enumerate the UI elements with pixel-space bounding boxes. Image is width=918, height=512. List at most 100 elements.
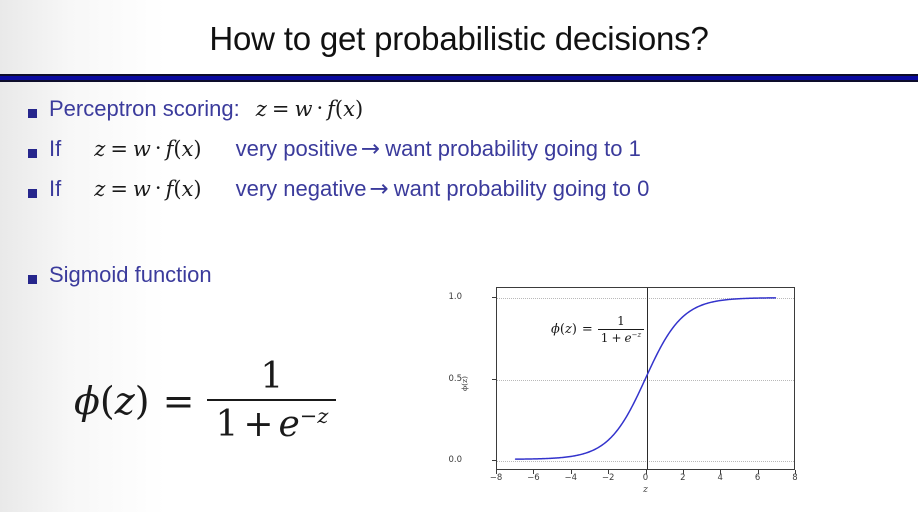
x-tick-mark [795, 470, 796, 474]
formula-exponent: −z [300, 404, 329, 428]
math-paren-close: ) [193, 137, 202, 161]
x-tick-label: 4 [717, 473, 723, 483]
annotation-fraction: 1 1 + e−z [597, 314, 645, 345]
formula-fraction: 1 1 + e−z [207, 356, 337, 445]
annotation-exponent: −z [632, 331, 642, 339]
x-tick-label: −8 [489, 473, 503, 483]
bullet-marker-icon [28, 109, 37, 118]
annotation-equals: = [581, 322, 593, 337]
bullet-marker-icon [28, 275, 37, 284]
math-expression-z-equals-w-dot-f-x: z = w · f(x) [255, 96, 364, 121]
bullet-body: If z = w · f(x) very negative → want probabi… [28, 176, 649, 202]
math-expression-z-equals-w-dot-f-x: z = w · f(x) [94, 176, 202, 201]
x-tick-label: −2 [601, 473, 615, 483]
formula-denominator: 1 + e−z [207, 401, 336, 445]
math-expression-z-equals-w-dot-f-x: z = w · f(x) [94, 136, 202, 161]
math-var-x: x [181, 177, 194, 201]
y-axis-label: ϕ(z) [459, 376, 469, 391]
math-cdot: · [154, 136, 162, 160]
math-var-z: z [255, 97, 267, 121]
math-var-x: x [181, 137, 194, 161]
sigmoid-curve-svg [514, 297, 777, 460]
bullet-label: Perceptron scoring: [49, 96, 240, 121]
formula-lhs: ϕ(z) [74, 379, 150, 423]
x-tick-label: −6 [527, 473, 540, 483]
bullet-trailing-text: want probability going to 0 [393, 176, 650, 201]
x-tick-label: 2 [680, 473, 686, 483]
x-tick-label: −4 [564, 473, 578, 483]
formula-phi: ϕ [74, 378, 100, 423]
bullet-body: If z = w · f(x) very positive → want probabi… [28, 136, 641, 162]
formula-exponent-z: z [317, 404, 329, 428]
math-cdot: · [316, 96, 324, 120]
bullet-label: If [49, 136, 62, 161]
math-paren-close: ) [354, 97, 364, 121]
y-tick-label: 1.0 [448, 291, 462, 302]
formula-var-z: z [114, 378, 135, 423]
y-tick-mark [492, 378, 496, 380]
divider-accent [0, 76, 918, 80]
bullet-marker-icon [28, 149, 37, 158]
x-tick-mark [757, 470, 759, 474]
math-paren-open: ( [173, 137, 182, 161]
math-var-w: w [132, 177, 151, 201]
annotation-numerator: 1 [617, 314, 625, 328]
bullet-item-if-very-negative: If z = w · f(x) very negative → want probabi… [0, 176, 918, 209]
formula-numerator: 1 [260, 356, 284, 397]
slide: How to get probabilistic decisions? Perc… [0, 0, 918, 512]
formula-exponent-minus: − [299, 404, 318, 428]
x-tick-mark [570, 470, 572, 474]
annotation-denominator: 1 + e−z [598, 330, 644, 345]
y-tick-label: 0.0 [448, 455, 462, 466]
sigmoid-plot: ϕ(z) = 1 1 + e−z 0.0 0.5 1.0 −8 −6 −4 −2 0 2 4 6 8 z … [448, 277, 807, 500]
bullet-label: Sigmoid function [49, 262, 212, 287]
annotation-phi: ϕ [551, 322, 560, 337]
x-tick-mark [496, 470, 497, 474]
annotation-exponent-z: z [637, 331, 642, 339]
formula-paren-close: ) [134, 378, 150, 423]
math-func-f: f [327, 97, 335, 121]
y-tick-mark [492, 460, 496, 462]
x-tick-label: 8 [792, 473, 798, 483]
x-tick-label: 0 [642, 473, 649, 483]
formula-denom-plus: + [243, 404, 274, 445]
x-tick-label: 6 [754, 473, 761, 483]
math-paren-close: ) [193, 177, 202, 201]
formula-paren-open: ( [99, 378, 115, 423]
annotation-lhs: ϕ(z) [551, 322, 577, 337]
math-var-x: x [343, 97, 355, 121]
x-tick-mark [682, 470, 684, 474]
math-cdot: · [154, 176, 162, 200]
math-var-z: z [94, 137, 106, 161]
bullet-item-perceptron-scoring: Perceptron scoring: z = w · f(x) [0, 96, 918, 129]
page-title: How to get probabilistic decisions? [209, 19, 709, 57]
formula-equals: = [162, 378, 195, 423]
formula-denom-e: e [278, 404, 300, 445]
annotation-denom-plus: + [611, 331, 622, 345]
arrow-right-icon: → [360, 136, 381, 162]
title-area: How to get probabilistic decisions? [0, 10, 918, 68]
arrow-right-icon: → [369, 176, 389, 202]
bullet-marker-icon [28, 189, 37, 198]
bullet-label: If [49, 176, 62, 201]
x-tick-mark [720, 470, 722, 474]
plot-frame: ϕ(z) = 1 1 + e−z [496, 287, 795, 470]
annotation-denom-e: e [624, 331, 632, 345]
math-paren-open: ( [334, 97, 344, 121]
x-axis-label: z [642, 484, 648, 495]
bullet-condition: very positive [235, 136, 358, 161]
body-area: Perceptron scoring: z = w · f(x) If z = w · f(x)… [0, 92, 918, 295]
bullet-body: Sigmoid function [28, 262, 212, 288]
annotation-var-z: z [564, 322, 572, 337]
math-equals: = [110, 177, 128, 201]
bullet-condition: very negative [235, 176, 367, 201]
x-tick-mark [645, 470, 647, 474]
x-tick-mark [608, 470, 610, 474]
math-var-w: w [294, 97, 313, 121]
x-tick-mark [533, 470, 535, 474]
title-divider [0, 74, 918, 82]
bullet-trailing-text: want probability going to 1 [385, 136, 641, 161]
bullet-item-if-very-positive: If z = w · f(x) very positive → want probabi… [0, 136, 918, 169]
math-equals: = [271, 97, 290, 121]
math-paren-open: ( [173, 177, 182, 201]
